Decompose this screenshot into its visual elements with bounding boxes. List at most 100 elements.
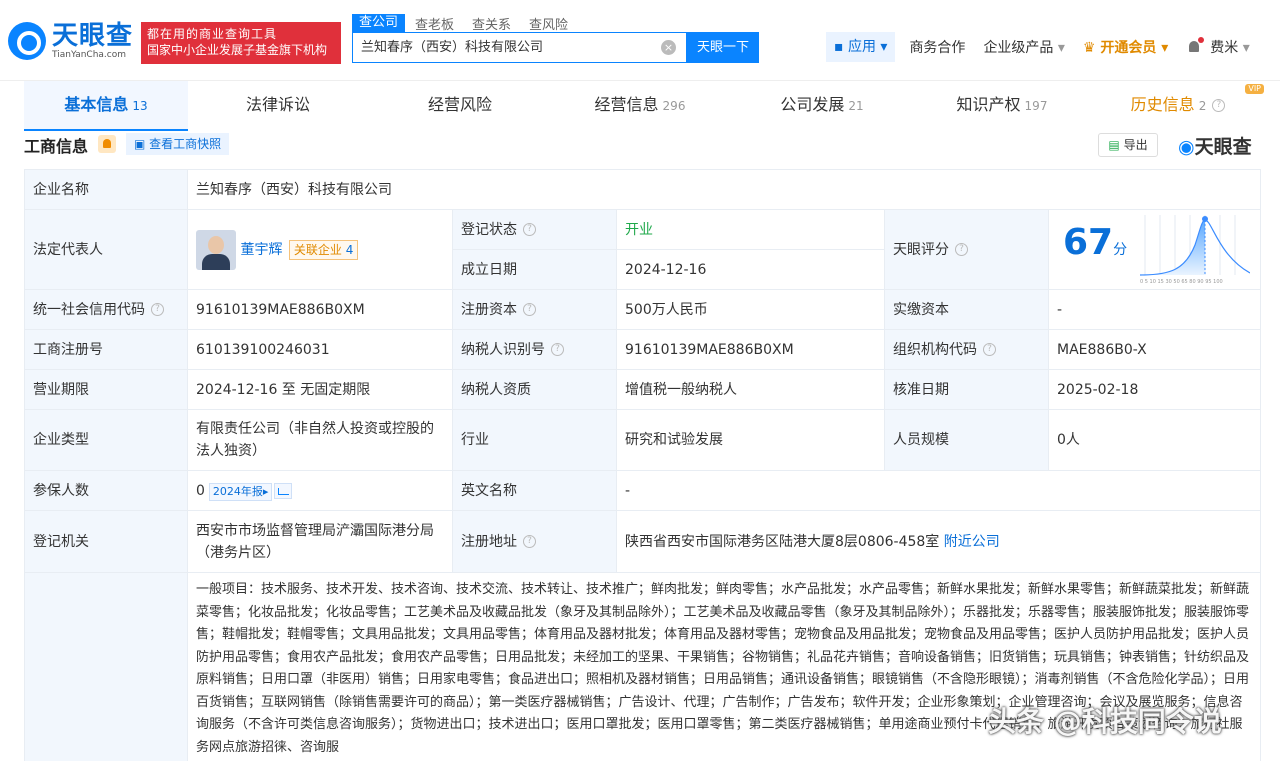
- field-label-cell: 注册资本?: [452, 289, 617, 330]
- annual-report-label: 2024年报: [212, 484, 263, 498]
- logo-name: 天眼查: [52, 20, 134, 51]
- help-icon[interactable]: ?: [151, 303, 164, 316]
- field-label: 企业名称: [24, 169, 188, 210]
- field-label-cell: 注册地址?: [452, 510, 617, 573]
- legal-rep-cell: 董宇辉 关联企业 4: [187, 209, 453, 290]
- promo-banner[interactable]: 都在用的商业查询工具 国家中小企业发展子基金旗下机构: [141, 22, 341, 64]
- help-icon[interactable]: ?: [523, 535, 536, 548]
- section-title: 工商信息: [24, 137, 89, 156]
- field-label: 组织机构代码: [893, 341, 977, 358]
- business-term: 2024-12-16 至 无固定期限: [187, 369, 453, 410]
- field-label: 英文名称: [452, 470, 617, 511]
- table-row: 法定代表人 董宇辉 关联企业 4 登记状态? 开业 天眼评分? 67分 0 5 …: [24, 209, 1262, 290]
- search-tabs: 查公司 查老板 查关系 查风险: [352, 14, 586, 33]
- help-icon[interactable]: ?: [523, 223, 536, 236]
- address-cell: 陕西省西安市国际港务区陆港大厦8层0806-458室 附近公司: [615, 510, 1262, 573]
- notification-bell-icon[interactable]: [1186, 37, 1205, 55]
- promo-line1: 都在用的商业查询工具: [147, 27, 278, 41]
- clear-icon[interactable]: ×: [661, 40, 676, 55]
- export-button[interactable]: ▤ 导出: [1098, 133, 1158, 157]
- tab-legal[interactable]: 法律诉讼: [196, 81, 360, 131]
- table-row: 企业类型 有限责任公司（非自然人投资或控股的法人独资） 行业 研究和试验发展 人…: [24, 409, 1262, 471]
- app-menu-button[interactable]: ▪ 应用 ▾: [826, 32, 896, 62]
- search-tab-relation[interactable]: 查关系: [472, 14, 511, 33]
- tab-count: 197: [1024, 99, 1048, 113]
- insured-count: 0: [196, 482, 205, 499]
- field-label: 营业期限: [24, 369, 188, 410]
- tab-label: 历史信息: [1130, 95, 1195, 114]
- insured-cell: 0 2024年报▸: [187, 470, 453, 511]
- industry: 研究和试验发展: [616, 409, 885, 471]
- tab-risk[interactable]: 经营风险: [378, 81, 542, 131]
- english-name: -: [615, 470, 1262, 511]
- tab-development[interactable]: 公司发展 21: [740, 81, 904, 131]
- field-label: 核准日期: [884, 369, 1049, 410]
- snapshot-button[interactable]: ▣ 查看工商快照: [126, 133, 230, 155]
- tab-label: 法律诉讼: [245, 95, 310, 114]
- search-tab-boss[interactable]: 查老板: [415, 14, 454, 33]
- company-name: 兰知春序（西安）科技有限公司: [186, 169, 1262, 210]
- watermark: 头条 @科技同令说: [988, 705, 1222, 738]
- field-label: 登记机关: [24, 510, 188, 573]
- vip-badge: VIP: [1245, 84, 1264, 94]
- monitor-bell-icon[interactable]: [98, 135, 116, 153]
- help-icon[interactable]: ?: [523, 303, 536, 316]
- tab-ip[interactable]: 知识产权 197: [920, 81, 1084, 131]
- nearby-companies-link[interactable]: 附近公司: [944, 534, 1000, 550]
- svg-text:0 5 10 15 30 50 65 80 90 95 10: 0 5 10 15 30 50 65 80 90 95 100: [1140, 279, 1223, 285]
- help-icon[interactable]: ?: [1212, 99, 1226, 112]
- top-nav: ▪ 应用 ▾ 商务合作 企业级产品 ▾ ♛ 开通会员 ▾ 费米 ▾: [826, 32, 1268, 62]
- tianyancha-logo[interactable]: 天眼查 TianYanCha.com: [8, 22, 133, 60]
- tab-count: 13: [132, 99, 148, 113]
- field-label: 实缴资本: [884, 289, 1049, 330]
- field-label: 注册资本: [461, 301, 517, 318]
- reg-address: 陕西省西安市国际港务区陆港大厦8层0806-458室: [625, 533, 940, 550]
- search-button[interactable]: 天眼一下: [687, 32, 759, 63]
- legal-rep-link[interactable]: 董宇辉: [240, 242, 282, 258]
- score-value: 67: [1063, 221, 1114, 263]
- excel-icon: ▤: [1108, 138, 1120, 152]
- help-icon[interactable]: ?: [983, 343, 996, 356]
- business-link[interactable]: 商务合作: [909, 37, 965, 57]
- related-count: 4: [345, 242, 354, 257]
- company-type: 有限责任公司（非自然人投资或控股的法人独资）: [187, 409, 453, 471]
- found-date: 2024-12-16: [616, 249, 885, 290]
- field-label: 纳税人识别号: [461, 341, 545, 358]
- avatar[interactable]: [196, 229, 236, 270]
- field-label: 参保人数: [24, 470, 188, 511]
- company-tabs: 基本信息 13 法律诉讼 经营风险 经营信息 296 公司发展 21 知识产权 197 …: [0, 80, 1280, 131]
- tab-operation[interactable]: 经营信息 296: [558, 81, 722, 131]
- field-label: 天眼评分: [893, 241, 949, 258]
- tab-label: 知识产权: [956, 95, 1021, 114]
- score-distribution-chart: 0 5 10 15 30 50 65 80 90 95 100: [1139, 214, 1250, 285]
- trend-chart-icon[interactable]: [274, 482, 293, 499]
- field-label-cell: 登记状态?: [452, 209, 617, 250]
- enterprise-menu[interactable]: 企业级产品 ▾: [983, 37, 1064, 57]
- tab-basic-info[interactable]: 基本信息 13: [24, 81, 188, 131]
- search-tab-risk[interactable]: 查风险: [529, 14, 568, 33]
- tab-label: 公司发展: [780, 95, 845, 114]
- field-label-cell: 纳税人识别号?: [452, 329, 617, 370]
- section-header: 工商信息 ▣ 查看工商快照 ▤ 导出 ◉天眼查: [24, 131, 1260, 163]
- search-tab-company[interactable]: 查公司: [352, 14, 406, 32]
- related-companies-badge[interactable]: 关联企业 4: [288, 239, 359, 260]
- tab-label: 基本信息: [64, 95, 129, 114]
- credit-code: 91610139MAE886B0XM: [187, 289, 453, 330]
- brand-mark-icon: ◉: [1178, 136, 1195, 158]
- user-menu[interactable]: 费米 ▾: [1210, 37, 1249, 57]
- field-label: 登记状态: [461, 221, 517, 238]
- field-label: 注册地址: [461, 533, 517, 550]
- promo-line2: 国家中小企业发展子基金旗下机构: [147, 43, 328, 57]
- vip-button[interactable]: ♛ 开通会员 ▾: [1083, 37, 1168, 57]
- help-icon[interactable]: ?: [551, 343, 564, 356]
- field-label-cell: 组织机构代码?: [884, 329, 1049, 370]
- table-row: 工商注册号 610139100246031 纳税人识别号? 91610139MA…: [24, 329, 1262, 370]
- paid-capital: -: [1047, 289, 1262, 330]
- business-info-table: 企业名称 兰知春序（西安）科技有限公司 法定代表人 董宇辉 关联企业 4 登记状…: [24, 169, 1262, 761]
- tab-history[interactable]: 历史信息 2? VIP: [1096, 81, 1264, 131]
- annual-report-button[interactable]: 2024年报▸: [208, 482, 273, 501]
- help-icon[interactable]: ?: [955, 243, 968, 256]
- score-cell[interactable]: 67分 0 5 10 15 30 50 65 80 90 95 100: [1047, 209, 1262, 290]
- score-unit: 分: [1113, 241, 1128, 258]
- search-input[interactable]: 兰知春序（西安）科技有限公司 ×: [352, 32, 687, 63]
